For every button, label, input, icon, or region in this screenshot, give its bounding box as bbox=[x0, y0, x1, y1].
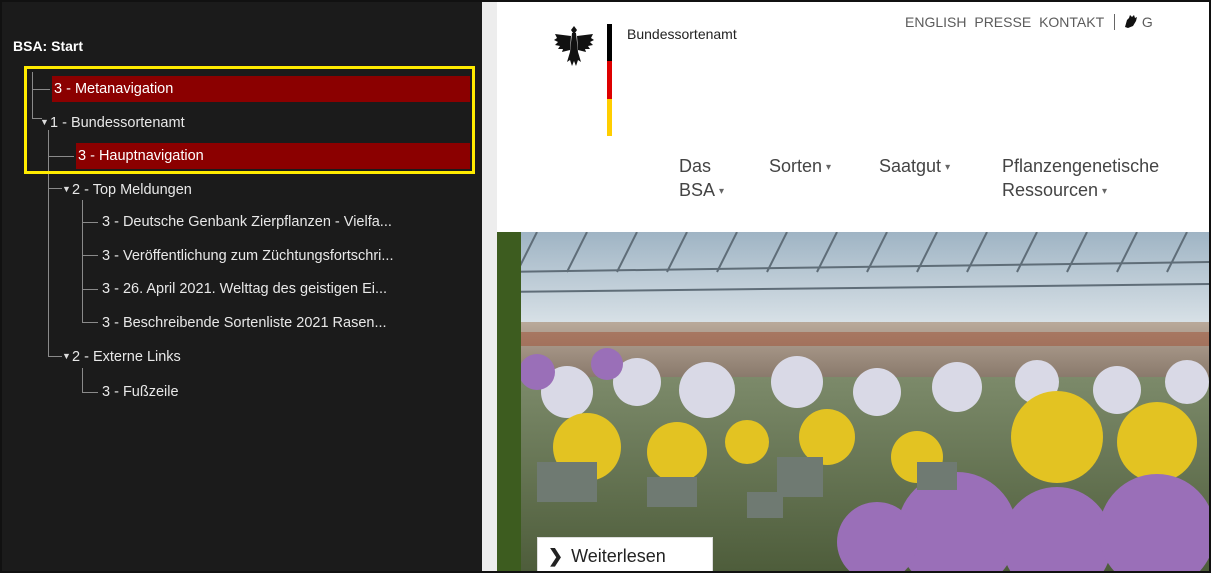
flag-red bbox=[607, 61, 612, 99]
tree-node-label: 2 - Top Meldungen bbox=[72, 182, 192, 198]
tree-connector bbox=[82, 368, 83, 392]
tree-node-label: 3 - 26. April 2021. Welttag des geistige… bbox=[102, 281, 388, 297]
hero-side-accent bbox=[497, 232, 521, 571]
nav-item-pflanzengenetische-ressourcen[interactable]: Pflanzengenetische Ressourcen ▾ bbox=[1002, 154, 1159, 204]
meta-link-presse[interactable]: PRESSE bbox=[974, 14, 1031, 30]
meta-separator bbox=[1114, 14, 1116, 30]
sign-language-hand-icon[interactable] bbox=[1123, 14, 1138, 29]
nav-item-label: Sorten bbox=[769, 156, 823, 176]
tree-node-label: 3 - Beschreibende Sortenliste 2021 Rasen… bbox=[102, 315, 387, 331]
tree-connector bbox=[48, 130, 49, 356]
tree-connector bbox=[82, 255, 98, 256]
tree-connector bbox=[32, 72, 33, 118]
tree-node-label: 3 - Deutsche Genbank Zierpflanzen - Viel… bbox=[102, 214, 392, 230]
tree-node-label: 3 - Hauptnavigation bbox=[78, 148, 204, 164]
read-more-label: Weiterlesen bbox=[571, 546, 666, 566]
tree-connector bbox=[82, 222, 98, 223]
tree-connector bbox=[48, 188, 62, 189]
caret-down-icon: ▾ bbox=[826, 162, 832, 173]
flag-black bbox=[607, 24, 612, 62]
tree-connector bbox=[48, 356, 62, 357]
read-more-button[interactable]: ❯ Weiterlesen bbox=[537, 537, 713, 571]
tree-connector bbox=[82, 322, 98, 323]
caret-down-icon: ▾ bbox=[1102, 186, 1108, 197]
tree-connector bbox=[32, 89, 50, 90]
tree-node-bundessortenamt[interactable]: ▼1 - Bundessortenamt bbox=[40, 109, 460, 135]
meta-navigation: ENGLISH PRESSE KONTAKT G bbox=[905, 14, 1157, 30]
nav-item-das-bsa[interactable]: Das BSA ▾ bbox=[679, 154, 724, 204]
nav-item-label: BSA bbox=[679, 180, 716, 200]
caret-down-icon: ▾ bbox=[719, 186, 725, 197]
tree-node-externe-links[interactable]: ▼2 - Externe Links bbox=[62, 343, 462, 369]
panel-divider[interactable] bbox=[482, 2, 497, 571]
nav-item-label: Das bbox=[679, 156, 712, 176]
nav-item-label: Saatgut bbox=[879, 156, 942, 176]
tree-node-metanavigation[interactable]: 3 - Metanavigation bbox=[52, 76, 470, 102]
meta-link-english[interactable]: ENGLISH bbox=[905, 14, 966, 30]
tree-node-label: 1 - Bundessortenamt bbox=[50, 115, 185, 131]
expand-toggle-icon[interactable]: ▼ bbox=[40, 109, 50, 135]
expand-toggle-icon[interactable]: ▼ bbox=[62, 343, 72, 369]
screen-frame: BSA: Start 3 - Metanavigation ▼1 - Bunde… bbox=[0, 0, 1211, 573]
chevron-right-icon: ❯ bbox=[548, 546, 564, 566]
website-preview: Bundessortenamt ENGLISH PRESSE KONTAKT G… bbox=[497, 2, 1209, 571]
nav-item-label: Pflanzengenetische bbox=[1002, 156, 1160, 176]
tree-node-label: 3 - Metanavigation bbox=[54, 81, 174, 97]
nav-item-saatgut[interactable]: Saatgut ▾ bbox=[879, 154, 950, 180]
tree-node-news-4[interactable]: 3 - Beschreibende Sortenliste 2021 Rasen… bbox=[102, 310, 474, 336]
tree-node-news-3[interactable]: 3 - 26. April 2021. Welttag des geistige… bbox=[102, 276, 474, 302]
flag-gold bbox=[607, 98, 612, 136]
expand-toggle-icon[interactable]: ▼ bbox=[62, 176, 72, 202]
nav-item-sorten[interactable]: Sorten ▾ bbox=[769, 154, 831, 180]
tree-node-news-1[interactable]: 3 - Deutsche Genbank Zierpflanzen - Viel… bbox=[102, 209, 474, 235]
tree-node-label: 3 - Fußzeile bbox=[102, 384, 179, 400]
tree-node-news-2[interactable]: 3 - Veröffentlichung zum Züchtungsfortsc… bbox=[102, 243, 474, 269]
navigation-tree: 3 - Metanavigation ▼1 - Bundessortenamt … bbox=[2, 2, 482, 571]
meta-link-gebaerdensprache[interactable]: G bbox=[1142, 14, 1153, 30]
greenhouse-flowers-photo bbox=[497, 232, 1209, 571]
tree-connector bbox=[82, 289, 98, 290]
tree-node-fusszeile[interactable]: 3 - Fußzeile bbox=[102, 379, 462, 405]
hero-image[interactable]: ❯ Weiterlesen bbox=[497, 232, 1209, 571]
tree-node-top-meldungen[interactable]: ▼2 - Top Meldungen bbox=[62, 176, 462, 202]
caret-down-icon: ▾ bbox=[945, 162, 951, 173]
tree-node-hauptnavigation[interactable]: 3 - Hauptnavigation bbox=[76, 143, 470, 169]
tree-connector bbox=[82, 200, 83, 322]
tree-connector bbox=[48, 156, 74, 157]
nav-item-label: Ressourcen bbox=[1002, 180, 1099, 200]
tree-connector bbox=[82, 392, 98, 393]
meta-link-kontakt[interactable]: KONTAKT bbox=[1039, 14, 1104, 30]
tree-node-label: 2 - Externe Links bbox=[72, 349, 181, 365]
federal-eagle-icon bbox=[554, 26, 594, 66]
german-flag-stripe bbox=[607, 24, 612, 136]
brand-name[interactable]: Bundessortenamt bbox=[627, 26, 737, 42]
tree-panel: BSA: Start 3 - Metanavigation ▼1 - Bunde… bbox=[2, 2, 482, 571]
tree-node-label: 3 - Veröffentlichung zum Züchtungsfortsc… bbox=[102, 248, 394, 264]
